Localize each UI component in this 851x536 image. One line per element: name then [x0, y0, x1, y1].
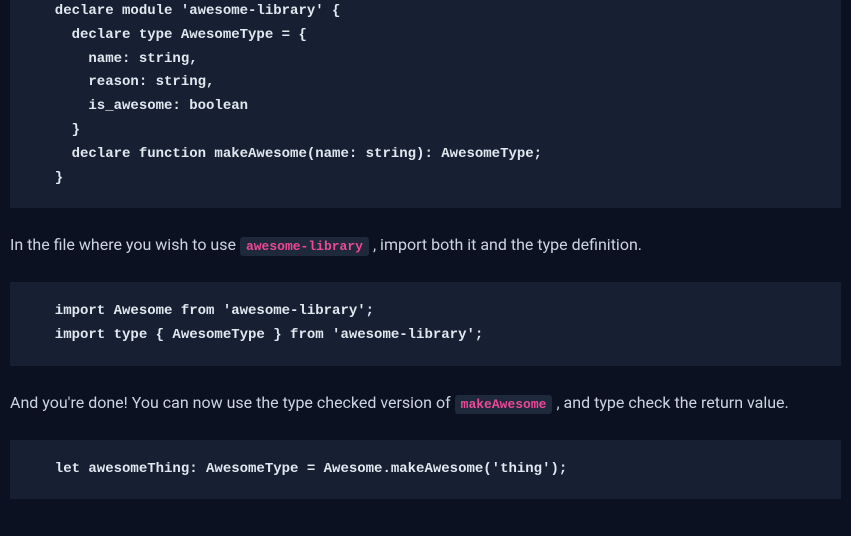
code-block-declare-module: declare module 'awesome-library' { decla…: [10, 0, 841, 208]
code-block-imports: import Awesome from 'awesome-library'; i…: [10, 282, 841, 366]
code-block-usage: let awesomeThing: AwesomeType = Awesome.…: [10, 440, 841, 500]
inline-code-awesome-library: awesome-library: [240, 237, 369, 256]
prose-text: In the file where you wish to use: [10, 235, 240, 254]
prose-import-instruction: In the file where you wish to use awesom…: [10, 232, 841, 258]
prose-text: , import both it and the type definition…: [373, 235, 642, 254]
inline-code-make-awesome: makeAwesome: [455, 395, 553, 414]
prose-text: , and type check the return value.: [556, 393, 788, 412]
prose-text: And you're done! You can now use the typ…: [10, 393, 455, 412]
prose-done-instruction: And you're done! You can now use the typ…: [10, 390, 841, 416]
